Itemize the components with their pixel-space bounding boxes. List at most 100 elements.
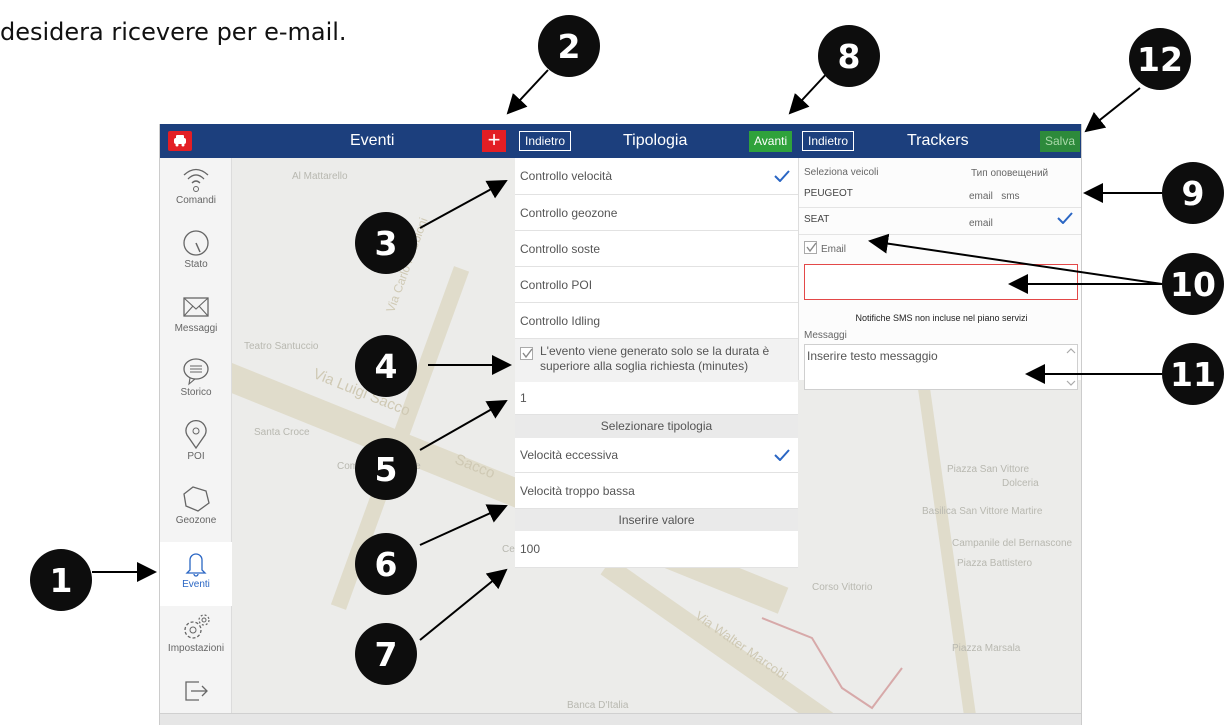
control-option-poi[interactable]: Controllo POI [515, 267, 798, 303]
envelope-icon [183, 297, 209, 317]
nav-item-geozone[interactable]: Geozone [160, 478, 232, 542]
wifi-icon [183, 168, 209, 192]
eventi-title: Eventi [350, 132, 395, 149]
control-option-idling[interactable]: Controllo Idling [515, 303, 798, 339]
duration-checkbox[interactable] [520, 347, 533, 360]
back-button-tipologia[interactable]: Indietro [519, 131, 572, 151]
message-textarea[interactable]: Inserire testo messaggio [804, 344, 1078, 390]
trackers-title: Trackers [907, 132, 969, 149]
duration-note-line2: superiore alla soglia richiesta (minutes… [540, 359, 749, 373]
nav-item-messaggi[interactable]: Messaggi [160, 286, 232, 350]
car-icon [174, 135, 186, 147]
control-option-geozone[interactable]: Controllo geozone [515, 195, 798, 231]
gauge-icon [183, 230, 209, 256]
control-option-speed[interactable]: Controllo velocità [515, 158, 798, 195]
messages-label: Messaggi [804, 330, 847, 341]
event-type-panel: Controllo velocità Controllo geozone Con… [515, 158, 798, 713]
map-label: Corso Vittorio [812, 582, 873, 593]
duration-note-line1: L'evento viene generato solo se la durat… [540, 344, 770, 358]
nav-label: Storico [180, 387, 212, 398]
value-header: Inserire valore [515, 509, 798, 531]
vehicle-name: SEAT [804, 214, 830, 225]
polygon-icon [183, 486, 210, 512]
email-input[interactable] [804, 264, 1078, 300]
email-checkbox[interactable] [804, 241, 817, 254]
next-button[interactable]: Avanti [749, 131, 793, 152]
select-type-header: Selezionare tipologia [515, 415, 798, 438]
app-window: Al Mattarello Teatro Santuccio Santa Cro… [159, 124, 1082, 725]
car-button[interactable] [168, 131, 192, 151]
control-label: Controllo soste [520, 241, 601, 256]
message-text: Inserire testo messaggio [807, 349, 938, 363]
logout-icon [185, 681, 208, 701]
nav-item-stato[interactable]: Stato [160, 222, 232, 286]
vehicle-name: PEUGEOT [804, 188, 853, 199]
nav-item-impostazioni[interactable]: Impostazioni [160, 606, 232, 670]
gears-icon [184, 614, 210, 639]
type-label: Velocità eccessiva [520, 448, 619, 462]
control-label: Controllo Idling [520, 313, 601, 328]
callout-badge: 2 [538, 15, 600, 77]
save-button[interactable]: Salva [1040, 131, 1081, 152]
type-option-low-speed[interactable]: Velocità troppo bassa [515, 473, 798, 509]
vehicle-notify-types: email [969, 218, 993, 229]
callout-badge: 3 [355, 212, 417, 274]
map-label: Dolceria [1002, 478, 1039, 489]
check-icon [1057, 212, 1073, 224]
vehicle-notify-types: email sms [969, 191, 1020, 202]
scroll-arrows-icon[interactable] [1065, 345, 1077, 389]
trackers-panel: Seleziona veicoli Тип оповещений PEUGEOT… [798, 158, 1081, 390]
callout-badge: 12 [1129, 28, 1191, 90]
check-icon [774, 449, 790, 461]
bell-icon [185, 553, 207, 577]
map-label: Basilica San Vittore Martire [922, 506, 1043, 517]
top-bar: Eventi + Indietro Tipologia Avanti Indie… [160, 124, 1081, 158]
value-input[interactable]: 100 [515, 531, 798, 568]
nav-item-eventi[interactable]: Eventi [160, 542, 232, 606]
map-pin-icon [185, 420, 207, 450]
callout-badge: 1 [30, 549, 92, 611]
map-label: Teatro Santuccio [244, 341, 319, 352]
callout-badge: 5 [355, 438, 417, 500]
nav-label: Stato [184, 259, 208, 270]
map-label: Piazza San Vittore [947, 464, 1030, 475]
value-text: 100 [520, 542, 541, 556]
nav-item-storico[interactable]: Storico [160, 350, 232, 414]
map-label: Al Mattarello [292, 171, 348, 182]
notify-column-header: Тип оповещений [971, 168, 1049, 179]
duration-input[interactable]: 1 [515, 382, 798, 415]
nav-label: Eventi [182, 579, 210, 590]
tipologia-title: Tipologia [623, 132, 688, 149]
callout-badge: 9 [1162, 162, 1224, 224]
nav-label: Impostazioni [167, 643, 225, 654]
side-nav: Comandi Stato Messaggi Storico POI Geozo… [160, 158, 232, 713]
caption-text: desidera ricevere per e-mail. [0, 18, 347, 46]
nav-label: Geozone [175, 515, 217, 526]
nav-item-poi[interactable]: POI [160, 414, 232, 478]
callout-badge: 11 [1162, 343, 1224, 405]
control-option-soste[interactable]: Controllo soste [515, 231, 798, 267]
nav-label: Comandi [175, 195, 217, 206]
callout-badge: 4 [355, 335, 417, 397]
duration-value: 1 [520, 391, 527, 405]
type-option-excessive-speed[interactable]: Velocità eccessiva [515, 438, 798, 473]
back-button-trackers[interactable]: Indietro [802, 131, 855, 151]
checkmark-icon [522, 348, 533, 359]
vehicle-row-seat[interactable]: SEAT email [799, 208, 1081, 235]
vehicle-row-peugeot[interactable]: PEUGEOT email sms [799, 183, 1081, 208]
bottom-bar [160, 713, 1081, 725]
map-label: Santa Croce [254, 427, 310, 438]
control-label: Controllo geozone [520, 205, 618, 220]
map-label: Piazza Marsala [952, 643, 1021, 654]
speech-bubble-icon [183, 358, 209, 386]
check-icon [774, 170, 790, 182]
control-label: Controllo velocità [520, 169, 613, 183]
duration-option: L'evento viene generato solo se la durat… [515, 339, 798, 382]
add-event-button[interactable]: + [482, 129, 506, 152]
type-label: Velocità troppo bassa [520, 483, 635, 498]
nav-item-comandi[interactable]: Comandi [160, 158, 232, 222]
nav-label: POI [187, 451, 205, 462]
callout-badge: 7 [355, 623, 417, 685]
callout-badge: 6 [355, 533, 417, 595]
email-label: Email [821, 244, 847, 255]
